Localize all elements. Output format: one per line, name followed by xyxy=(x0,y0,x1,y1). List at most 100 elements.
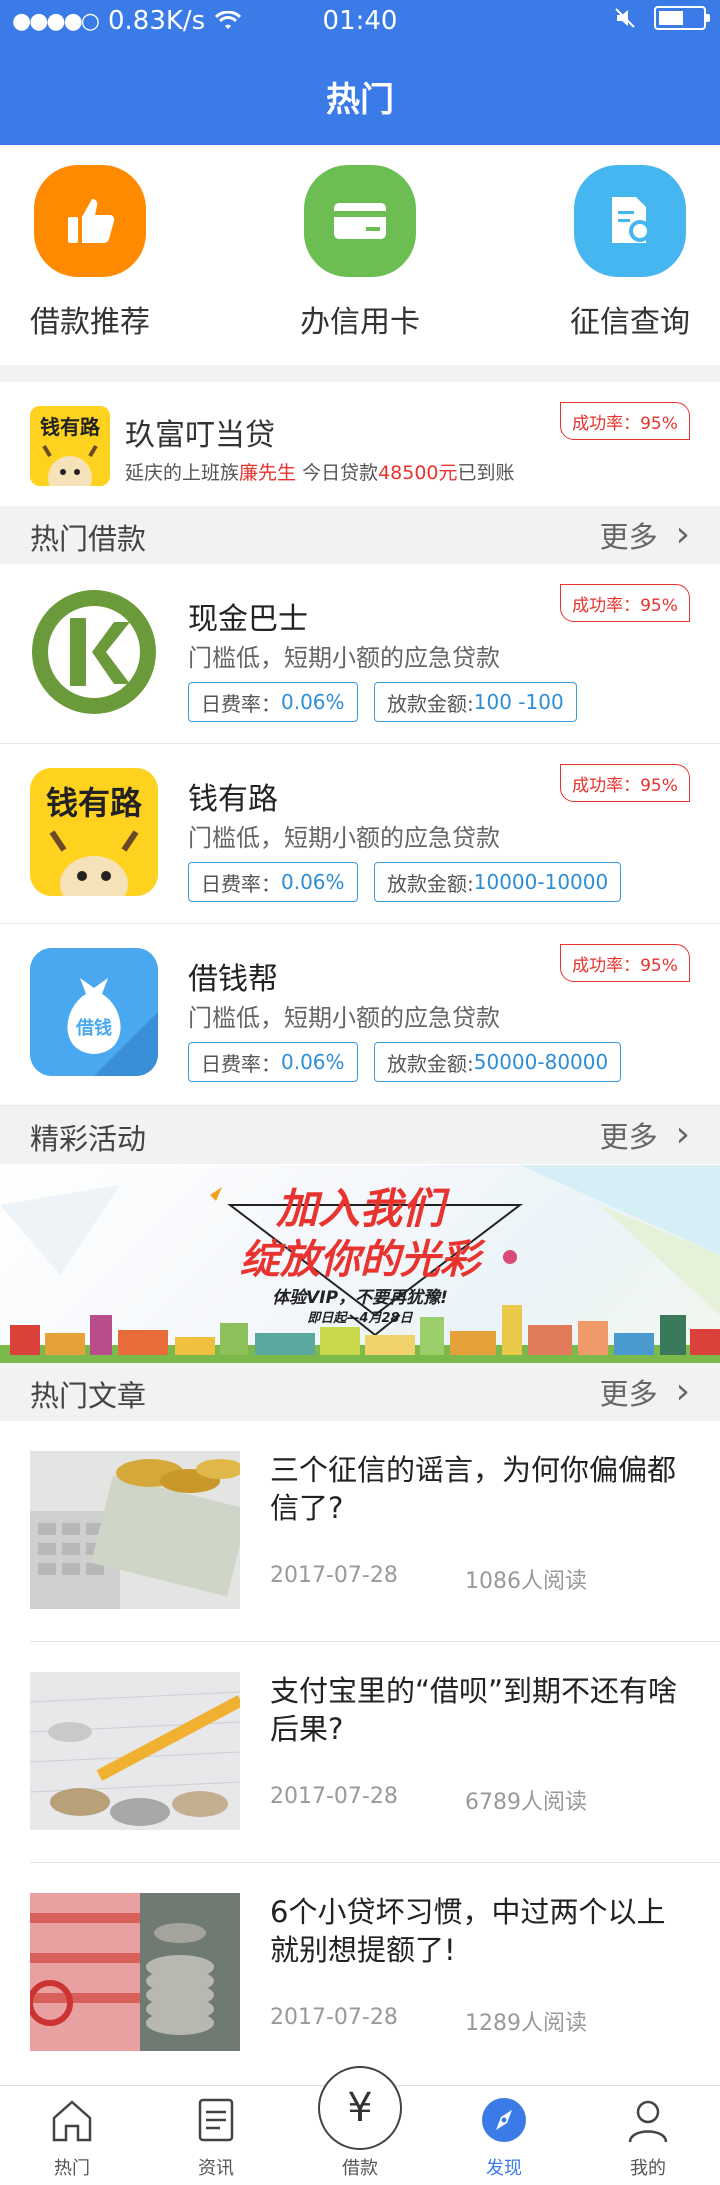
quick-entry-credit-query[interactable]: 征信查询 xyxy=(540,165,720,341)
more-link[interactable]: 更多 › xyxy=(600,1114,690,1156)
home-icon xyxy=(0,2096,144,2148)
loan-amount-tag: 放款金额: 50000-80000 xyxy=(374,1042,622,1082)
notice-sub-amount: 48500元 xyxy=(378,462,458,484)
tag-value: 50000-80000 xyxy=(473,1050,609,1074)
article-reads: 6789人阅读 xyxy=(465,1790,587,1815)
article-date: 2017-07-28 xyxy=(270,1563,398,1588)
success-rate-badge: 成功率：95% xyxy=(560,584,690,622)
tab-hot[interactable]: 热门 xyxy=(0,2086,144,2185)
banner-date: 即日起—4月28日 xyxy=(307,1311,413,1326)
daily-rate-tag: 日费率： 0.06% xyxy=(188,682,358,722)
loan-item[interactable]: 现金巴士 门槛低，短期小额的应急贷款 日费率： 0.06% 放款金额: 100 -1… xyxy=(0,564,720,744)
compass-icon xyxy=(432,2096,576,2148)
tag-label: 放款金额: xyxy=(387,1051,474,1076)
tag-label: 日费率： xyxy=(201,691,281,716)
quick-entries: 借款推荐 办信用卡 征信查询 xyxy=(0,145,720,365)
tag-label: 放款金额: xyxy=(387,691,474,716)
page-title: 热门 xyxy=(326,80,394,120)
article-item[interactable]: 6个小贷坏习惯，中过两个以上就别想提额了! 2017-07-28 1289人阅读 xyxy=(0,1863,720,2083)
loan-name: 借钱帮 xyxy=(188,962,278,997)
activities-header: 精彩活动 更多 › xyxy=(0,1106,720,1164)
status-right xyxy=(614,6,710,30)
cash-bus-logo xyxy=(30,588,158,716)
svg-text:钱有路: 钱有路 xyxy=(40,415,101,439)
chevron-right-icon: › xyxy=(675,514,690,555)
section-gap xyxy=(0,365,720,382)
tag-label: 放款金额: xyxy=(387,871,474,896)
tag-value: 0.06% xyxy=(281,1050,345,1074)
loan-name: 钱有路 xyxy=(188,782,278,817)
notice-sub-suffix: 已到账 xyxy=(457,462,515,484)
loan-description: 门槛低，短期小额的应急贷款 xyxy=(188,644,500,672)
svg-text:借钱: 借钱 xyxy=(75,1017,112,1039)
section-title: 热门文章 xyxy=(30,1379,147,1413)
tab-label: 借款 xyxy=(342,2158,378,2179)
article-title: 支付宝里的“借呗”到期不还有啥后果? xyxy=(270,1674,678,1746)
chevron-right-icon: › xyxy=(675,1114,690,1155)
tag-value: 0.06% xyxy=(281,870,345,894)
daily-rate-tag: 日费率： 0.06% xyxy=(188,1042,358,1082)
loan-name: 现金巴士 xyxy=(188,602,308,637)
more-label: 更多 xyxy=(599,520,658,554)
loan-description: 门槛低，短期小额的应急贷款 xyxy=(188,824,500,852)
tab-news[interactable]: 资讯 xyxy=(144,2086,288,2185)
hot-loans-header: 热门借款 更多 › xyxy=(0,506,720,564)
tab-discover[interactable]: 发现 xyxy=(432,2086,576,2185)
tab-mine[interactable]: 我的 xyxy=(576,2086,720,2185)
tab-label: 热门 xyxy=(54,2158,90,2179)
mute-icon xyxy=(615,8,635,28)
article-thumbnail xyxy=(30,1451,240,1609)
tab-label: 发现 xyxy=(486,2158,522,2179)
article-title: 6个小贷坏习惯，中过两个以上就别想提额了! xyxy=(270,1895,666,1967)
article-item[interactable]: 支付宝里的“借呗”到期不还有啥后果? 2017-07-28 6789人阅读 xyxy=(0,1642,720,1862)
activity-banner[interactable]: 加入我们 绽放你的光彩 体验VIP，不要再犹豫! 即日起—4月28日 xyxy=(0,1165,720,1363)
loan-item[interactable]: 钱有路 钱有路 门槛低，短期小额的应急贷款 日费率： 0.06% 放款金额: 100… xyxy=(0,744,720,924)
section-title: 精彩活动 xyxy=(30,1122,147,1156)
news-icon xyxy=(144,2096,288,2148)
loan-item[interactable]: 借钱 借钱帮 门槛低，短期小额的应急贷款 日费率： 0.06% 放款金额: 5000… xyxy=(0,924,720,1106)
jieqianbang-logo: 借钱 xyxy=(30,948,158,1076)
loan-description: 门槛低，短期小额的应急贷款 xyxy=(188,1004,500,1032)
quick-entry-loan-recommend[interactable]: 借款推荐 xyxy=(0,165,180,341)
qianyoulu-logo: 钱有路 xyxy=(30,768,158,896)
more-label: 更多 xyxy=(599,1120,658,1154)
more-link[interactable]: 更多 › xyxy=(600,514,690,556)
thumbs-up-icon xyxy=(34,165,146,277)
svg-text:钱有路: 钱有路 xyxy=(46,784,143,822)
banner-tagline: 体验VIP，不要再犹豫! xyxy=(272,1288,448,1308)
tag-value: 100 -100 xyxy=(473,690,564,714)
loan-amount-tag: 放款金额: 10000-10000 xyxy=(374,862,622,902)
user-icon xyxy=(576,2096,720,2148)
article-reads: 1289人阅读 xyxy=(465,2011,587,2036)
chevron-right-icon: › xyxy=(675,1371,690,1412)
article-item[interactable]: 三个征信的谣言，为何你偏偏都信了? 2017-07-28 1086人阅读 xyxy=(0,1421,720,1641)
loan-amount-tag: 放款金额: 100 -100 xyxy=(374,682,577,722)
more-label: 更多 xyxy=(599,1377,658,1411)
section-title: 热门借款 xyxy=(30,522,147,556)
app-logo: 钱有路 xyxy=(30,406,110,486)
success-rate-badge: 成功率：95% xyxy=(560,944,690,982)
tag-label: 日费率： xyxy=(201,1051,281,1076)
quick-entry-credit-card[interactable]: 办信用卡 xyxy=(270,165,450,341)
quick-entry-label: 办信用卡 xyxy=(300,305,420,340)
daily-rate-tag: 日费率： 0.06% xyxy=(188,862,358,902)
loan-notice[interactable]: 钱有路 玖富叮当贷 延庆的上班族廉先生 今日贷款48500元已到账 成功率：95… xyxy=(0,382,720,506)
status-bar: ●●●●○ 0.83K/s 01:40 xyxy=(0,0,720,42)
tag-value: 0.06% xyxy=(281,690,345,714)
article-date: 2017-07-28 xyxy=(270,1784,398,1809)
quick-entry-label: 征信查询 xyxy=(570,305,690,340)
document-search-icon xyxy=(574,165,686,277)
article-reads: 1086人阅读 xyxy=(465,1569,587,1594)
quick-entry-label: 借款推荐 xyxy=(30,305,150,340)
more-link[interactable]: 更多 › xyxy=(600,1371,690,1413)
article-date: 2017-07-28 xyxy=(270,2005,398,2030)
tag-value: 10000-10000 xyxy=(473,870,609,894)
tag-label: 日费率： xyxy=(201,871,281,896)
yen-icon[interactable]: ¥ xyxy=(318,2066,402,2150)
notice-sub-name: 廉先生 xyxy=(239,462,297,484)
app-header: ●●●●○ 0.83K/s 01:40 热门 xyxy=(0,0,720,145)
banner-subheadline: 绽放你的光彩 xyxy=(240,1237,480,1283)
success-rate-badge: 成功率：95% xyxy=(560,402,690,440)
article-thumbnail xyxy=(30,1672,240,1830)
credit-card-icon xyxy=(304,165,416,277)
